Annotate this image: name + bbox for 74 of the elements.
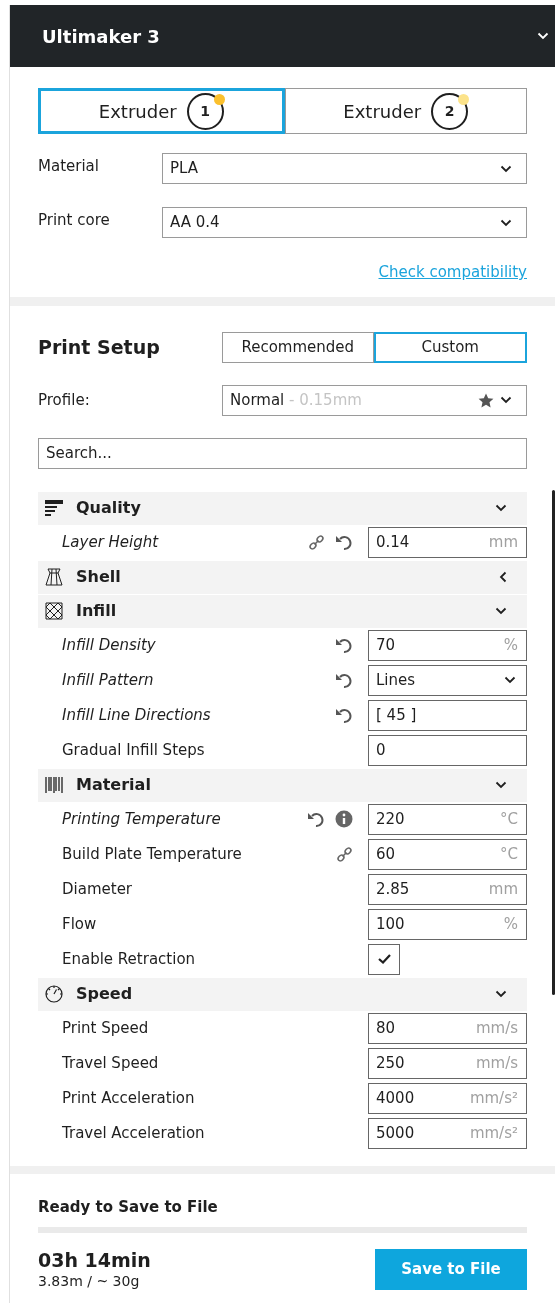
chevron-down-icon	[495, 504, 507, 512]
search-field[interactable]: Search...	[38, 437, 527, 469]
reset-icon[interactable]	[307, 810, 325, 828]
setting-label: Travel Acceleration	[62, 1122, 206, 1144]
setting-label: Layer Height	[62, 531, 160, 553]
star-icon	[478, 392, 494, 408]
chevron-left-icon	[499, 571, 507, 583]
category-header[interactable]: Shell	[38, 560, 527, 594]
check-icon	[377, 954, 391, 964]
setting-input[interactable]: 220 °C	[368, 803, 527, 835]
chevron-down-icon	[495, 607, 507, 615]
setting-label: Infill Line Directions	[62, 704, 212, 726]
setting-label: Gradual Infill Steps	[62, 739, 206, 761]
setting-label: Enable Retraction	[62, 948, 197, 970]
setting-input[interactable]: 0	[368, 734, 527, 766]
lattice-icon	[45, 602, 63, 620]
reset-icon[interactable]	[335, 671, 353, 689]
mode-tab[interactable]: Custom	[373, 331, 527, 363]
field-label: Print core	[38, 210, 111, 231]
setting-input[interactable]: [ 45 ]	[368, 699, 527, 731]
chevron-down-icon	[500, 164, 512, 173]
setting-input[interactable]: 60 °C	[368, 838, 527, 870]
vase-icon	[45, 568, 63, 586]
setting-label: Print Acceleration	[62, 1087, 196, 1109]
barcode-icon	[45, 776, 63, 794]
category-header[interactable]: Material	[38, 768, 527, 802]
chevron-down-icon	[504, 676, 516, 684]
machine-selector[interactable]: Ultimaker 3	[10, 5, 555, 67]
print-time: 03h 14min	[38, 1248, 151, 1272]
chevron-down-icon	[500, 218, 512, 227]
lines-icon	[45, 499, 63, 517]
chevron-down-icon	[537, 32, 549, 40]
extruder-number: 1	[186, 92, 224, 130]
chevron-down-icon	[495, 990, 507, 998]
setting-label: Travel Speed	[62, 1052, 160, 1074]
profile-dropdown[interactable]: Normal - 0.15mm	[222, 384, 527, 416]
setting-label: Print Speed	[62, 1017, 150, 1039]
extruder-tab[interactable]: Extruder 1	[38, 88, 285, 134]
chevron-down-icon	[500, 396, 512, 404]
setting-label: Printing Temperature	[62, 808, 222, 830]
setting-input[interactable]: 5000 mm/s²	[368, 1117, 527, 1149]
checkbox[interactable]	[368, 943, 400, 975]
reset-icon[interactable]	[335, 533, 353, 551]
extruder-number: 2	[431, 92, 469, 130]
setting-input[interactable]: 250 mm/s	[368, 1047, 527, 1079]
reset-icon[interactable]	[335, 706, 353, 724]
gauge-icon	[45, 985, 63, 1003]
setting-dropdown[interactable]: Lines	[368, 664, 527, 696]
setting-input[interactable]: 0.14 mm	[368, 526, 527, 558]
chevron-down-icon	[495, 781, 507, 789]
field-label: Material	[38, 156, 100, 177]
setting-label: Flow	[62, 913, 98, 935]
mode-tab[interactable]: Recommended	[222, 331, 374, 363]
setting-input[interactable]: 80 mm/s	[368, 1012, 527, 1044]
field-label: Profile:	[38, 389, 90, 411]
setting-input[interactable]: 2.85 mm	[368, 873, 527, 905]
setting-input[interactable]: 4000 mm/s²	[368, 1082, 527, 1114]
category-header[interactable]: Speed	[38, 977, 527, 1011]
status-text: Ready to Save to File	[38, 1196, 219, 1218]
setting-input[interactable]: 100 %	[368, 908, 527, 940]
print-estimate: 3.83m / ~ 30g	[38, 1272, 141, 1290]
material-dropdown[interactable]: PLA	[162, 153, 527, 184]
category-header[interactable]: Quality	[38, 491, 527, 525]
setting-label: Build Plate Temperature	[62, 843, 243, 865]
scrollbar[interactable]	[552, 490, 555, 995]
setting-input[interactable]: 70 %	[368, 629, 527, 661]
print-core-dropdown[interactable]: AA 0.4	[162, 207, 527, 238]
extruder-tab[interactable]: Extruder 2	[284, 88, 527, 134]
setting-label: Diameter	[62, 878, 134, 900]
reset-icon[interactable]	[335, 636, 353, 654]
setting-label: Infill Pattern	[62, 669, 155, 691]
setting-label: Infill Density	[62, 634, 157, 656]
section-title: Print Setup	[38, 334, 160, 360]
category-header[interactable]: Infill	[38, 594, 527, 628]
